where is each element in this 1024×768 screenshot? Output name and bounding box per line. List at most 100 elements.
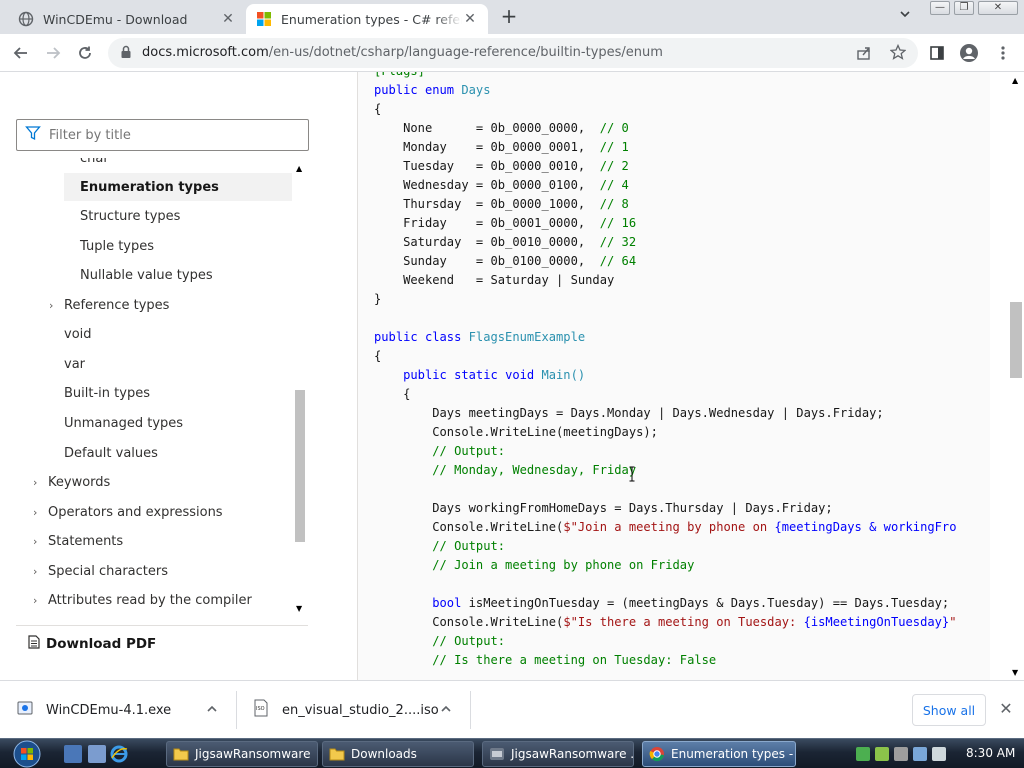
- toc-scrollbar-thumb[interactable]: [295, 390, 305, 542]
- toc-item-label: Statements: [48, 533, 124, 549]
- toc-item-char[interactable]: char: [64, 158, 292, 172]
- enum-member-name: Tuesday: [403, 159, 469, 173]
- chevron-right-icon: ›: [49, 298, 54, 312]
- code-line: Days meetingDays = Days.Monday | Days.We…: [432, 406, 884, 420]
- volume-icon[interactable]: [932, 747, 946, 761]
- start-button[interactable]: [8, 739, 46, 768]
- filter-box[interactable]: [16, 119, 309, 151]
- chevron-right-icon: ›: [33, 564, 38, 578]
- download-pdf-link[interactable]: Download PDF: [16, 625, 308, 661]
- download-filename: WinCDEmu-4.1.exe: [46, 702, 172, 718]
- enum-member-name: Friday: [403, 216, 469, 230]
- url-domain: docs.microsoft.com: [142, 45, 269, 60]
- close-tab-icon[interactable]: ✕: [220, 11, 236, 27]
- chevron-up-icon[interactable]: [206, 703, 218, 718]
- forward-icon[interactable]: [42, 42, 64, 64]
- enum-member-value: 0b_0100_0000: [490, 254, 578, 268]
- maximize-button[interactable]: ❐: [954, 1, 974, 15]
- toc-item-label: Default values: [64, 445, 158, 461]
- enum-weekend-line: Weekend = Saturday | Sunday: [403, 273, 615, 287]
- toc-item-reference-types[interactable]: › Reference types: [32, 291, 292, 319]
- taskbar-item-chrome[interactable]: Enumeration types - ...: [642, 741, 796, 767]
- tray-app-icon[interactable]: [894, 747, 908, 761]
- scroll-up-arrow-icon[interactable]: ▲: [1012, 76, 1018, 85]
- toc-item-label: char: [80, 158, 109, 166]
- tab-search-chevron-icon[interactable]: [896, 8, 914, 26]
- reload-icon[interactable]: [74, 42, 96, 64]
- toc-item-built-in-types[interactable]: Built-in types: [32, 379, 292, 407]
- menu-kebab-icon[interactable]: [992, 42, 1014, 64]
- network-icon[interactable]: [913, 747, 927, 761]
- chevron-up-icon[interactable]: [440, 703, 452, 718]
- switch-windows-icon[interactable]: [88, 745, 106, 763]
- lock-icon[interactable]: [120, 45, 132, 63]
- code-token: Days: [461, 83, 491, 97]
- profile-avatar-icon[interactable]: [958, 42, 980, 64]
- code-token: enum: [424, 83, 455, 97]
- enum-member-comment: // 64: [599, 254, 637, 268]
- toc-item-keywords[interactable]: › Keywords: [16, 468, 292, 496]
- internet-explorer-icon[interactable]: [110, 745, 128, 763]
- filter-input[interactable]: [49, 127, 289, 143]
- taskbar-item-jigsaw-app[interactable]: JigsawRansomware ...: [482, 741, 634, 767]
- minimize-button[interactable]: —: [930, 1, 950, 15]
- download-pdf-label: Download PDF: [46, 635, 157, 652]
- show-desktop-icon[interactable]: [64, 745, 82, 763]
- toc-item-tuple-types[interactable]: Tuple types: [64, 232, 292, 260]
- toc-item-nullable-value-types[interactable]: Nullable value types: [64, 261, 292, 289]
- taskbar-item-label: JigsawRansomware: [195, 747, 311, 761]
- toc-item-label: Reference types: [64, 297, 170, 313]
- tray-app-icon[interactable]: [875, 747, 889, 761]
- taskbar-item-downloads[interactable]: Downloads: [322, 741, 474, 767]
- toc-item-attributes[interactable]: › Attributes read by the compiler: [16, 586, 292, 614]
- code-text: [Flags] public enum Days { None = 0b_000…: [374, 72, 957, 667]
- windows-taskbar: JigsawRansomware Downloads JigsawRansomw…: [0, 738, 1024, 768]
- toc-item-statements[interactable]: › Statements: [16, 527, 292, 555]
- toc-item-default-values[interactable]: Default values: [32, 439, 292, 467]
- system-clock[interactable]: 8:30 AM: [966, 746, 1015, 760]
- enum-member-comment: // 4: [599, 178, 629, 192]
- tab-strip: WinCDEmu - Download ✕ Enumeration types …: [0, 0, 1024, 34]
- enum-member-value: 0b_0000_0010: [490, 159, 578, 173]
- side-panel-icon[interactable]: [926, 42, 948, 64]
- toc-item-label: Keywords: [48, 474, 111, 490]
- code-line: isMeetingOnTuesday = (meetingDays & Days…: [468, 596, 950, 610]
- toc-item-void[interactable]: void: [32, 320, 292, 348]
- enum-member-value: 0b_0000_0000: [490, 121, 578, 135]
- close-window-button[interactable]: ✕: [978, 1, 1018, 15]
- scroll-down-arrow-icon[interactable]: ▼: [1012, 668, 1018, 677]
- tab-title: Enumeration types - C# reference: [281, 11, 462, 27]
- chrome-icon: [649, 746, 665, 762]
- folder-icon: [329, 746, 345, 762]
- download-item-wincdemu[interactable]: WinCDEmu-4.1.exe: [16, 681, 226, 739]
- toc-item-enumeration-types[interactable]: Enumeration types: [64, 173, 292, 201]
- download-item-visual-studio[interactable]: ISO en_visual_studio_2....iso: [252, 681, 462, 739]
- taskbar-item-jigsaw-folder[interactable]: JigsawRansomware: [166, 741, 318, 767]
- close-downloads-bar-icon[interactable]: ✕: [998, 701, 1014, 717]
- new-tab-button[interactable]: +: [498, 6, 520, 28]
- chevron-right-icon: ›: [33, 475, 38, 489]
- toc-item-operators[interactable]: › Operators and expressions: [16, 498, 292, 526]
- bookmark-star-icon[interactable]: [889, 43, 907, 64]
- share-icon[interactable]: [856, 45, 872, 65]
- tab-wincdemu[interactable]: WinCDEmu - Download ✕: [8, 4, 246, 34]
- toc-item-var[interactable]: var: [32, 350, 292, 378]
- scroll-down-arrow-icon[interactable]: ▼: [296, 604, 302, 613]
- toc-scrollbar[interactable]: ▲ ▼: [293, 158, 307, 620]
- back-icon[interactable]: [10, 42, 32, 64]
- scroll-up-arrow-icon[interactable]: ▲: [296, 164, 302, 173]
- page-scrollbar[interactable]: ▲ ▼: [1008, 72, 1024, 680]
- page-scrollbar-thumb[interactable]: [1010, 302, 1022, 378]
- toc-item-special-characters[interactable]: › Special characters: [16, 557, 292, 585]
- toc-item-unmanaged-types[interactable]: Unmanaged types: [32, 409, 292, 437]
- show-all-button[interactable]: Show all: [912, 694, 986, 726]
- address-bar[interactable]: docs.microsoft.com/en-us/dotnet/csharp/l…: [108, 38, 918, 68]
- tab-enumeration-types[interactable]: Enumeration types - C# reference ✕: [246, 4, 488, 34]
- tray-app-icon[interactable]: [856, 747, 870, 761]
- page-content: char Enumeration types Structure types T…: [0, 72, 1024, 680]
- toc-item-label: Tuple types: [80, 238, 155, 254]
- url-text: docs.microsoft.com/en-us/dotnet/csharp/l…: [142, 45, 663, 60]
- enum-member-comment: // 16: [599, 216, 637, 230]
- close-tab-icon[interactable]: ✕: [462, 11, 478, 27]
- toc-item-structure-types[interactable]: Structure types: [64, 202, 292, 230]
